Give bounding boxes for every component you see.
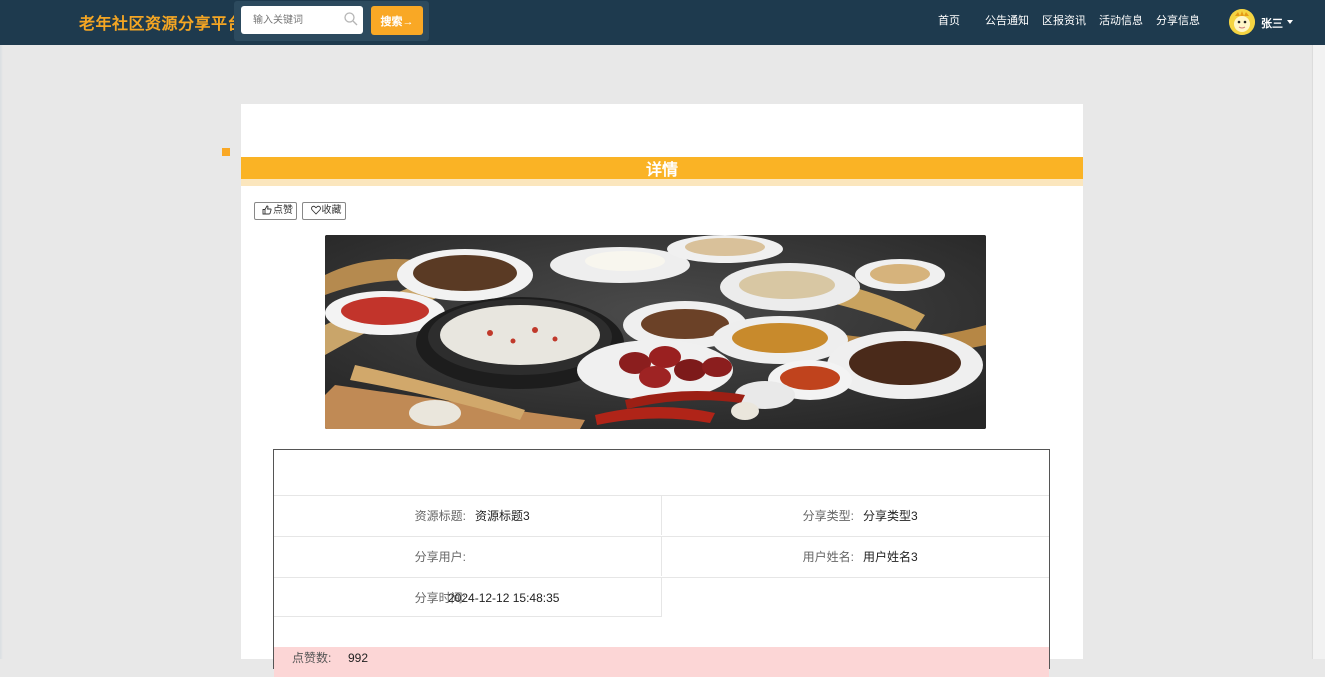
likes-count: 992: [348, 651, 369, 665]
user-name[interactable]: 张三: [1261, 15, 1283, 31]
section-underline: [241, 179, 1083, 186]
user-avatar[interactable]: [1229, 9, 1255, 35]
detail-value: 2024-12-12 15:48:35: [448, 591, 560, 605]
details-table: 资源标题: 资源标题3 分享类型: 分享类型3 分享用户: 用户姓名: 用户姓名…: [273, 449, 1050, 677]
favorite-button[interactable]: 收藏: [302, 202, 346, 220]
detail-cell-user-name: 用户姓名: 用户姓名3: [662, 536, 1049, 576]
detail-cell-share-type: 分享类型: 分享类型3: [662, 495, 1049, 535]
section-title-bar: 详情: [241, 157, 1083, 179]
detail-label: 用户姓名:: [802, 550, 854, 564]
search-bar: 搜索→: [234, 1, 429, 41]
nav-link-news[interactable]: 区报资讯: [1042, 12, 1086, 28]
detail-cell-empty: [662, 577, 1049, 617]
nav-link-notices[interactable]: 公告通知: [985, 12, 1029, 28]
search-button[interactable]: 搜索→: [371, 6, 423, 35]
detail-value: 资源标题3: [475, 509, 530, 523]
like-button[interactable]: 点赞: [254, 202, 297, 220]
heart-icon: [310, 205, 321, 215]
thumbs-up-icon: [262, 205, 272, 215]
favorite-label: 收藏: [321, 205, 342, 216]
search-icon: [343, 11, 359, 27]
detail-label: 分享类型:: [802, 509, 854, 523]
nav-link-activities[interactable]: 活动信息: [1099, 12, 1143, 28]
detail-label: 分享用户:: [414, 550, 466, 564]
detail-cell-share-time: 分享时间: 2024-12-12 15:48:35: [274, 577, 662, 617]
detail-label: 资源标题:: [414, 509, 466, 523]
like-label: 点赞: [273, 205, 293, 216]
detail-value: 分享类型3: [863, 509, 918, 523]
detail-cell-share-user: 分享用户:: [274, 536, 662, 576]
nav-link-shares[interactable]: 分享信息: [1156, 12, 1200, 28]
resource-image: [325, 235, 986, 429]
detail-value: 用户姓名3: [863, 550, 918, 564]
scrollbar-track[interactable]: [1312, 45, 1325, 659]
nav-link-home[interactable]: 首页: [938, 12, 960, 28]
chevron-down-icon[interactable]: [1287, 20, 1293, 24]
section-title: 详情: [645, 162, 678, 179]
site-logo-title[interactable]: 老年社区资源分享平台: [79, 10, 244, 34]
likes-row: 点赞数: 992: [274, 647, 1049, 677]
decorative-square: [222, 148, 230, 156]
top-navbar: 老年社区资源分享平台 搜索→ 首页 公告通知 区报资讯 活动信息 分享信息 张三: [0, 0, 1325, 45]
likes-label: 点赞数:: [292, 651, 332, 665]
detail-cell-resource-title: 资源标题: 资源标题3: [274, 495, 662, 535]
